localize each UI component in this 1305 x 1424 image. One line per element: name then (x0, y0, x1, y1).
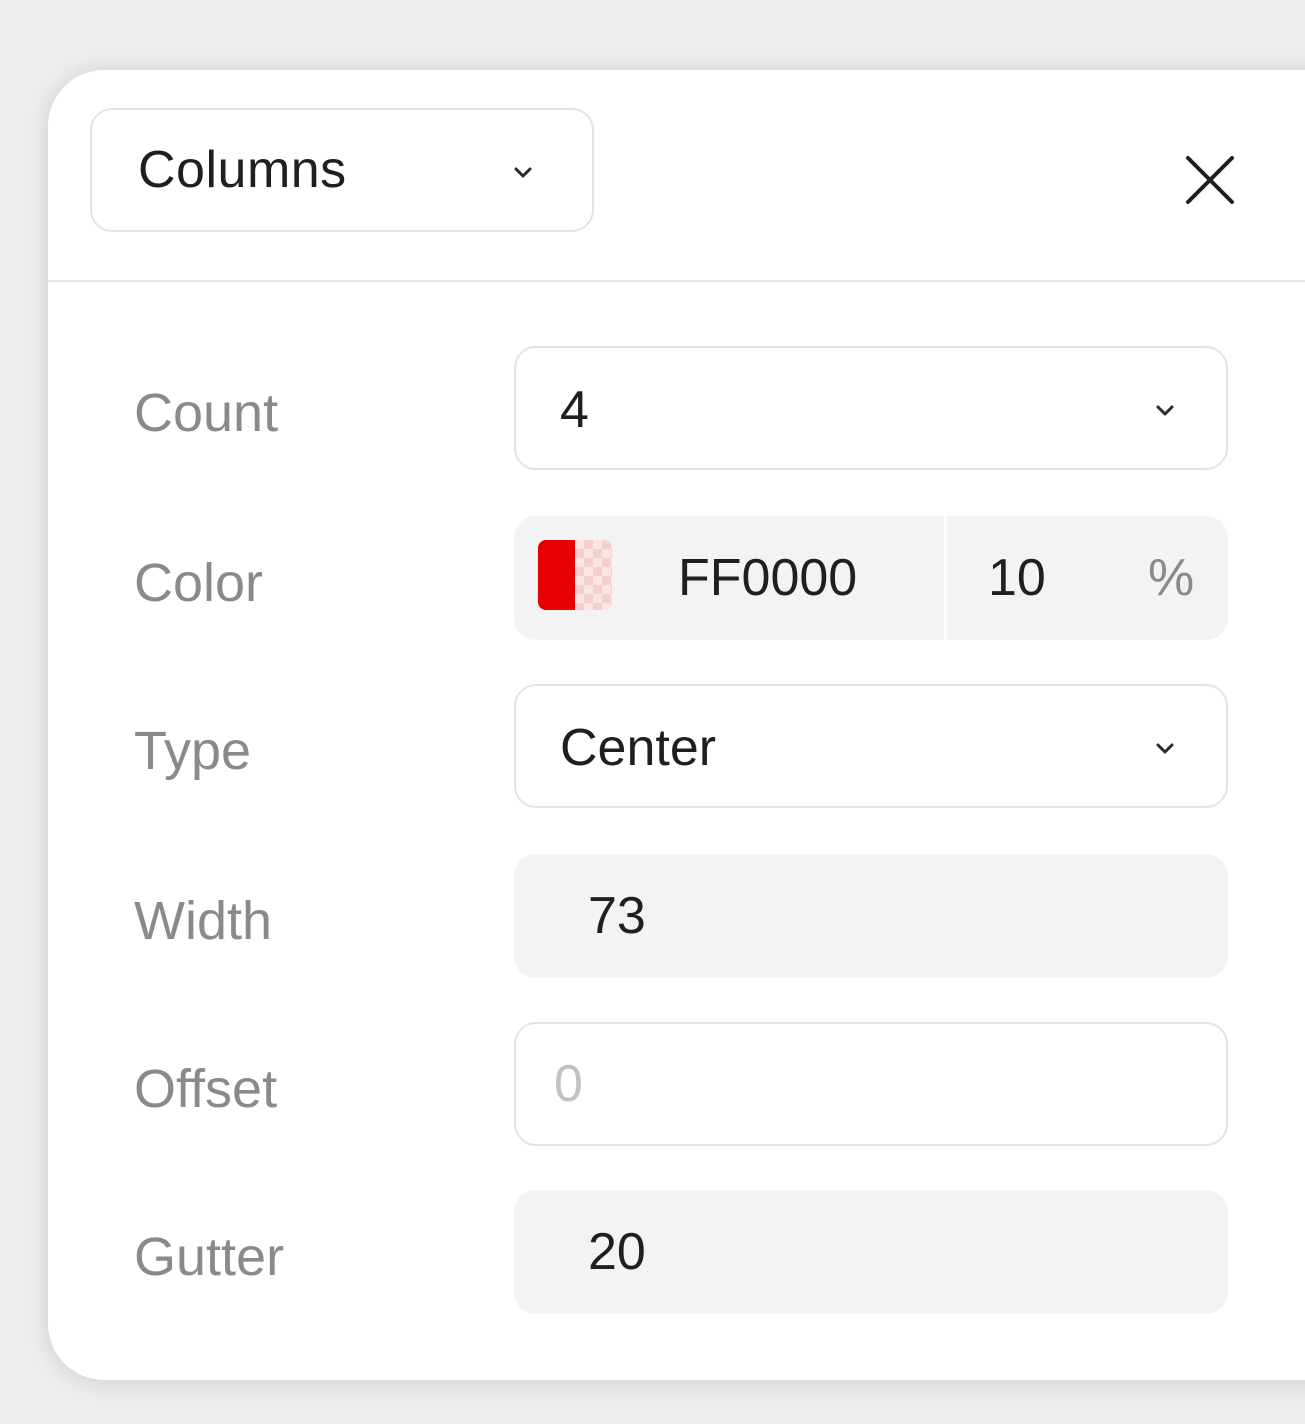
chevron-down-icon (1156, 743, 1174, 754)
count-label: Count (134, 383, 279, 443)
color-opacity-input[interactable]: 10 (988, 548, 1046, 608)
color-swatch[interactable] (538, 540, 612, 610)
color-label: Color (134, 553, 264, 613)
offset-label: Offset (134, 1059, 278, 1119)
color-swatch-alpha (575, 540, 612, 610)
color-swatch-solid (538, 540, 575, 610)
close-button[interactable] (1170, 140, 1250, 220)
color-field: FF0000 10 % (514, 516, 1228, 640)
panel-header: Columns (48, 70, 1305, 282)
count-select[interactable]: 4 (514, 346, 1228, 470)
chevron-down-icon (514, 167, 532, 178)
count-row: Count 4 (48, 346, 1305, 470)
gutter-row: Gutter 20 (48, 1190, 1305, 1314)
layout-grid-panel: Columns Count 4 Color FF0000 10 % Type C… (48, 70, 1305, 1380)
chevron-down-icon (1156, 405, 1174, 416)
count-value: 4 (560, 381, 589, 439)
width-input[interactable]: 73 (514, 854, 1228, 978)
gutter-label: Gutter (134, 1227, 285, 1287)
color-row: Color FF0000 10 % (48, 516, 1305, 640)
close-icon (1186, 156, 1234, 204)
grid-mode-value: Columns (138, 141, 347, 199)
gutter-value: 20 (588, 1223, 646, 1281)
offset-input[interactable] (554, 1054, 1154, 1114)
type-label: Type (134, 721, 252, 781)
width-value: 73 (588, 887, 646, 945)
color-field-divider (944, 516, 947, 640)
offset-row: Offset (48, 1022, 1305, 1146)
type-select[interactable]: Center (514, 684, 1228, 808)
color-hex-input[interactable]: FF0000 (678, 548, 857, 608)
type-row: Type Center (48, 684, 1305, 808)
grid-mode-select[interactable]: Columns (90, 108, 594, 232)
percent-unit: % (1148, 549, 1195, 607)
gutter-input[interactable]: 20 (514, 1190, 1228, 1314)
width-label: Width (134, 891, 273, 951)
page: Columns Count 4 Color FF0000 10 % Type C… (0, 0, 1305, 1424)
offset-field (514, 1022, 1228, 1146)
type-value: Center (560, 719, 717, 777)
width-row: Width 73 (48, 854, 1305, 978)
